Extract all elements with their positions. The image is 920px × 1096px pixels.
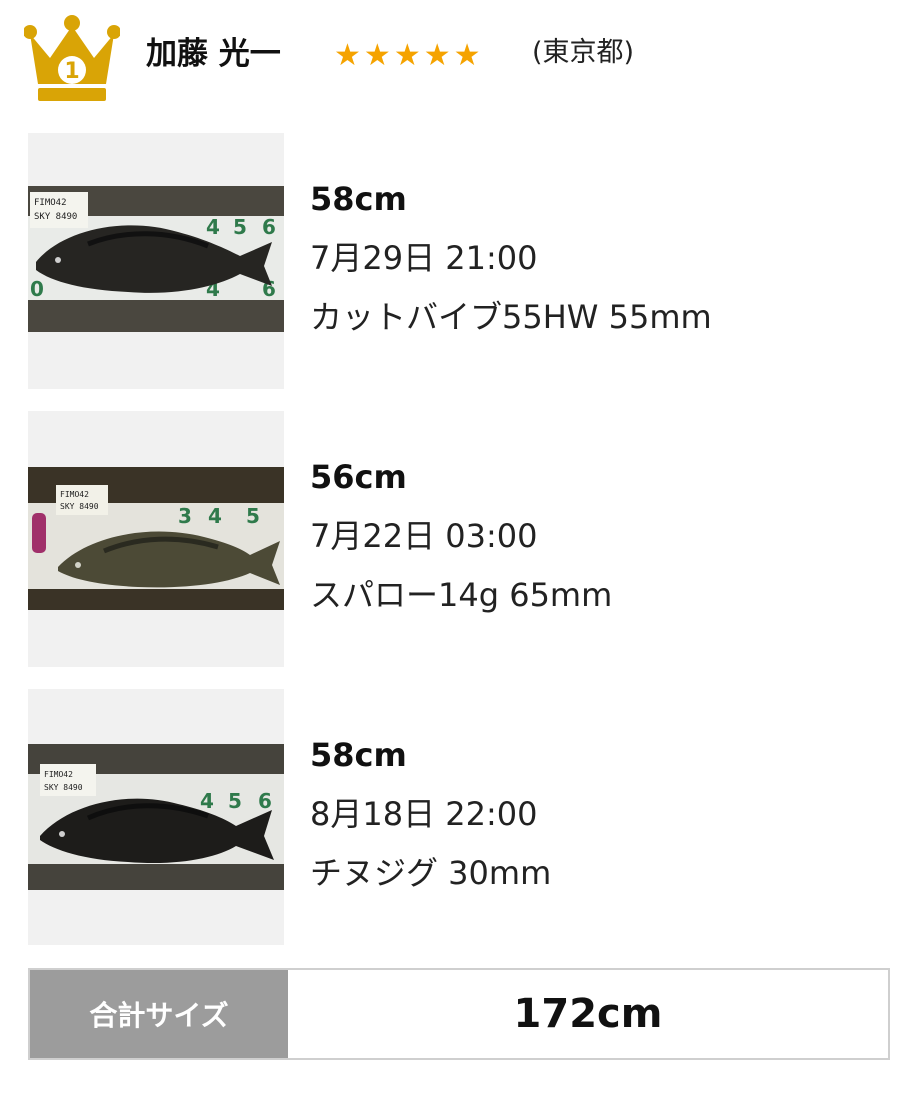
svg-text:6: 6 <box>258 789 272 813</box>
photo-label-line2: SKY 8490 <box>44 783 83 792</box>
crown-rank-icon: 1 <box>24 15 120 101</box>
photo-label-line2: SKY 8490 <box>34 212 77 222</box>
svg-text:0: 0 <box>30 277 44 301</box>
catch-datetime: 8月18日 22:00 <box>310 795 538 833</box>
catch-details: 58cm 8月18日 22:00 チヌジグ 30mm <box>310 735 551 893</box>
star-icon: ★ <box>334 38 361 73</box>
catch-size: 58cm <box>310 736 407 774</box>
catch-lure: カットバイブ55HW 55mm <box>310 298 712 336</box>
svg-text:4: 4 <box>200 789 214 813</box>
ranking-header: 1 加藤 光一 ★ ★ ★ ★ ★ (東京都) <box>0 0 920 110</box>
svg-text:5: 5 <box>233 215 247 239</box>
svg-text:3: 3 <box>178 504 192 528</box>
total-size-label: 合計サイズ <box>30 970 288 1058</box>
star-icon: ★ <box>453 38 481 73</box>
star-icon: ★ <box>423 38 451 73</box>
star-icon: ★ <box>363 38 391 73</box>
svg-text:5: 5 <box>246 504 260 528</box>
catch-photo[interactable]: 345 FIMO42 SKY 8490 <box>28 411 284 667</box>
photo-label-line1: FIMO42 <box>44 770 73 779</box>
fish-photo-image: 456 46 0 FIMO42 SKY 8490 <box>28 186 284 332</box>
catch-item[interactable]: 456 46 0 FIMO42 SKY 8490 58cm 7月29日 21:0… <box>28 133 898 389</box>
photo-label-line2: SKY 8490 <box>60 502 99 511</box>
catch-item[interactable]: 345 FIMO42 SKY 8490 56cm 7月22日 03:00 スパロ… <box>28 411 898 667</box>
star-icon: ★ <box>393 38 421 73</box>
svg-text:5: 5 <box>228 789 242 813</box>
angler-name: 加藤 光一 <box>146 36 281 72</box>
catch-size: 58cm <box>310 180 407 218</box>
prefecture-label: (東京都) <box>532 37 635 68</box>
fish-photo-image: 345 FIMO42 SKY 8490 <box>28 467 284 610</box>
rank-number: 1 <box>64 59 79 84</box>
catch-details: 58cm 7月29日 21:00 カットバイブ55HW 55mm <box>310 179 712 337</box>
catch-lure: スパロー14g 65mm <box>310 576 613 614</box>
catch-datetime: 7月29日 21:00 <box>310 239 538 277</box>
total-size-box: 合計サイズ 172cm <box>28 968 890 1060</box>
catch-details: 56cm 7月22日 03:00 スパロー14g 65mm <box>310 457 612 615</box>
star-rating: ★ ★ ★ ★ ★ <box>334 34 484 78</box>
photo-label-line1: FIMO42 <box>60 490 89 499</box>
catch-size: 56cm <box>310 458 407 496</box>
photo-label-line1: FIMO42 <box>34 198 67 208</box>
fish-photo-image: 456 FIMO42 SKY 8490 <box>28 744 284 890</box>
catch-photo[interactable]: 456 46 0 FIMO42 SKY 8490 <box>28 133 284 389</box>
svg-text:4: 4 <box>206 215 220 239</box>
catch-photo[interactable]: 456 FIMO42 SKY 8490 <box>28 689 284 945</box>
svg-text:6: 6 <box>262 215 276 239</box>
svg-text:4: 4 <box>208 504 222 528</box>
catch-item[interactable]: 456 FIMO42 SKY 8490 58cm 8月18日 22:00 チヌジ… <box>28 689 898 945</box>
catch-datetime: 7月22日 03:00 <box>310 517 538 555</box>
total-size-value: 172cm <box>288 970 888 1058</box>
catch-lure: チヌジグ 30mm <box>310 854 552 892</box>
